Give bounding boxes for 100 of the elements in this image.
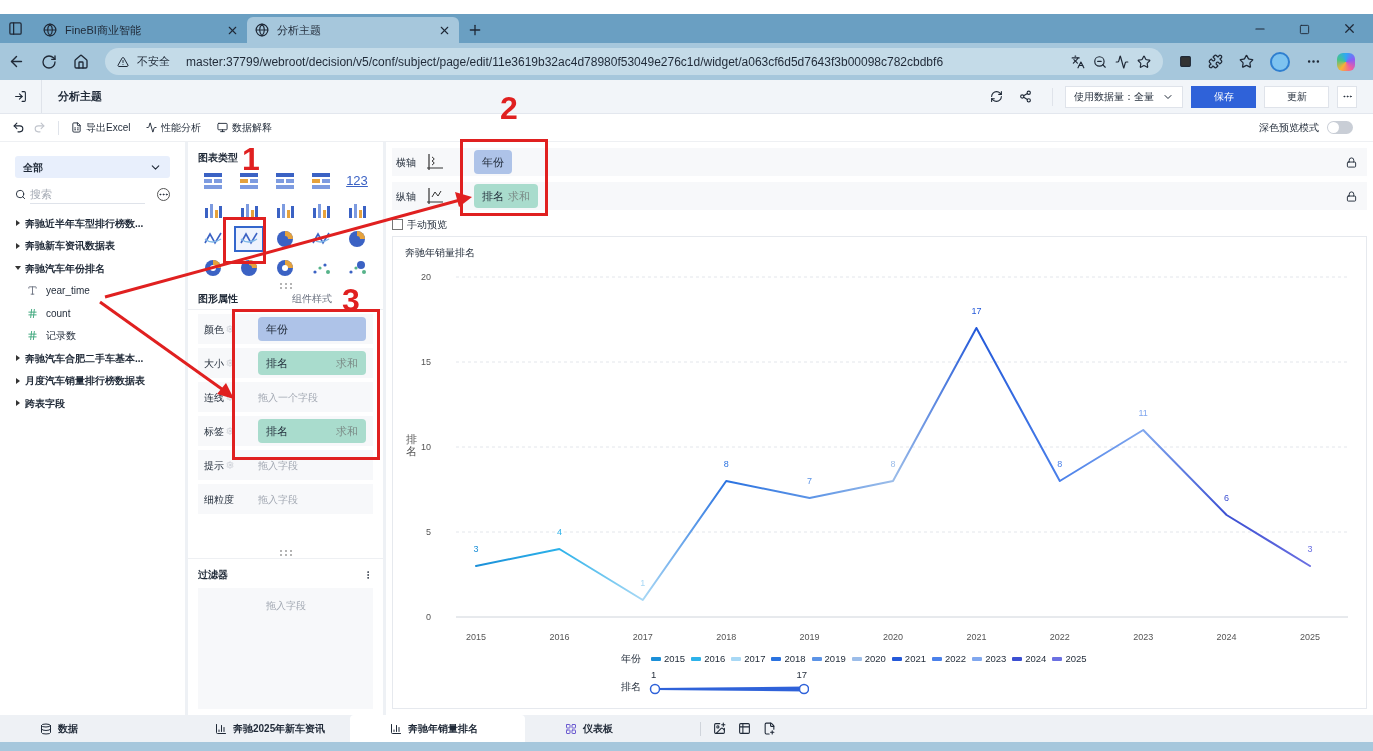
sheet-tab[interactable]: 奔驰2025年新车资讯: [175, 715, 350, 742]
axis-label: 横轴: [396, 155, 417, 170]
sheet-tab[interactable]: 奔驰年销量排名: [350, 715, 525, 742]
chart-type[interactable]: 123: [342, 168, 372, 194]
x-tick-label: 2021: [966, 632, 987, 642]
field-pill[interactable]: 排名 求和: [258, 419, 366, 443]
back-icon[interactable]: [8, 53, 25, 70]
property-label: 连线: [204, 390, 224, 405]
legend-item[interactable]: 2016: [691, 652, 726, 667]
extension-icon[interactable]: [1179, 55, 1192, 68]
zoom-out-icon[interactable]: [1093, 54, 1107, 69]
add-dashboard-icon[interactable]: [738, 722, 751, 735]
update-button[interactable]: 更新: [1264, 85, 1329, 108]
extensions-icon[interactable]: [1208, 54, 1223, 69]
settings-icon[interactable]: [226, 325, 234, 333]
field-item[interactable]: year_time: [15, 279, 170, 302]
lock-icon[interactable]: [1346, 156, 1357, 168]
close-icon[interactable]: [1342, 21, 1357, 36]
settings-icon[interactable]: [226, 359, 234, 367]
tree-item[interactable]: 奔驰新车资讯数据表: [15, 234, 170, 257]
x-tick-label: 2018: [716, 632, 737, 642]
legend-item[interactable]: 2023: [972, 652, 1007, 667]
legend-item[interactable]: 2020: [851, 652, 886, 667]
panel-tab[interactable]: 图形属性: [198, 289, 292, 309]
reload-icon[interactable]: [41, 53, 57, 70]
settings-icon[interactable]: [226, 427, 234, 435]
browser-tab[interactable]: FineBI商业智能: [35, 17, 247, 43]
chart-type-icon[interactable]: [234, 226, 264, 252]
add-report-icon[interactable]: [763, 722, 776, 735]
field-pill[interactable]: 年份: [258, 317, 366, 341]
drag-handle[interactable]: [279, 550, 292, 556]
relation-icon[interactable]: [1019, 90, 1032, 103]
tab-actions-icon[interactable]: [8, 21, 23, 36]
chart-title: 奔驰年销量排名: [405, 246, 476, 260]
legend-item[interactable]: 2024: [1012, 652, 1047, 667]
dark-preview-toggle[interactable]: [1327, 121, 1353, 134]
globe-icon: [255, 23, 269, 37]
performance-icon: [146, 122, 158, 133]
sheet-tab[interactable]: 数据: [0, 715, 175, 742]
legend-title: 年份: [621, 652, 641, 666]
exit-icon[interactable]: [14, 90, 27, 103]
data-amount-dropdown[interactable]: 使用数据量：全量: [1065, 85, 1183, 108]
aggregate-label: 求和: [336, 355, 358, 371]
manual-preview-checkbox[interactable]: 手动预览: [392, 216, 1367, 232]
undo-icon[interactable]: [12, 121, 25, 134]
axis-icon[interactable]: [426, 153, 444, 171]
database-icon: [40, 722, 52, 735]
annotation-box: [223, 217, 266, 264]
home-icon[interactable]: [73, 53, 89, 70]
maximize-icon[interactable]: [1299, 24, 1310, 35]
toolbar-button[interactable]: 性能分析: [146, 120, 202, 135]
toolbar-button[interactable]: 导出Excel: [71, 120, 131, 135]
search-field[interactable]: 搜索: [30, 184, 145, 204]
tree-item[interactable]: 奔驰汽车合肥二手车基本...: [15, 347, 170, 370]
tree-item[interactable]: 奔驰汽车年份排名: [15, 257, 170, 280]
dashboard-icon: [565, 722, 577, 735]
field-pill[interactable]: 年份: [474, 150, 512, 174]
data-label: 8: [890, 459, 896, 469]
favorites-icon[interactable]: [1239, 54, 1254, 69]
legend-item[interactable]: 2022: [932, 652, 967, 667]
property-label: 细粒度: [204, 492, 234, 507]
field-pill[interactable]: 排名 求和: [474, 184, 538, 208]
legend-item[interactable]: 2021: [891, 652, 926, 667]
panel-tab[interactable]: 组件样式: [292, 289, 332, 309]
search-icon: [15, 188, 26, 200]
sheet-tab[interactable]: 仪表板: [525, 715, 700, 742]
legend-item[interactable]: 2017: [731, 652, 766, 667]
axis-icon[interactable]: [426, 187, 444, 205]
refresh-icon[interactable]: [990, 90, 1003, 103]
save-button[interactable]: 保存: [1191, 85, 1256, 108]
data-label: 6: [1224, 493, 1230, 503]
translate-icon[interactable]: [1071, 54, 1085, 69]
field-item[interactable]: count: [15, 302, 170, 325]
scope-dropdown[interactable]: 全部: [15, 156, 170, 178]
aggregate-label: 求和: [336, 423, 358, 439]
chart-icon: [215, 722, 227, 735]
legend-item[interactable]: 2018: [771, 652, 806, 667]
legend-item[interactable]: 2019: [811, 652, 846, 667]
drag-handle[interactable]: [279, 283, 292, 289]
drop-placeholder: 拖入字段: [265, 599, 306, 613]
size-range-slider[interactable]: [649, 682, 809, 695]
tree-item[interactable]: 跨表字段: [15, 392, 170, 415]
tab-title: 分析主题: [277, 22, 322, 38]
field-pill[interactable]: 排名 求和: [258, 351, 366, 375]
new-tab-icon[interactable]: [467, 22, 483, 38]
toolbar-button[interactable]: 数据解释: [217, 120, 273, 135]
favorite-icon[interactable]: [1137, 54, 1151, 69]
field-item[interactable]: 记录数: [15, 324, 170, 347]
lock-icon[interactable]: [1346, 190, 1357, 202]
address-field[interactable]: 不安全 master:37799/webroot/decision/v5/conf/subject/page/edit/11e3619b32ac4d78980f53049e276c1d/widget/a063cf6d5d7643f3b00098c782cbdbf6: [105, 48, 1163, 75]
collapsed-caret-icon: [15, 220, 21, 227]
add-component-icon[interactable]: [713, 722, 726, 735]
legend-item[interactable]: 2015: [651, 652, 686, 667]
legend-item[interactable]: 2025: [1052, 652, 1087, 667]
tree-item[interactable]: 奔驰近半年车型排行榜数...: [15, 212, 170, 235]
browser-tab[interactable]: 分析主题: [247, 17, 459, 43]
x-tick-label: 2019: [799, 632, 820, 642]
tree-item[interactable]: 月度汽车销量排行榜数据表: [15, 369, 170, 392]
annotation-number: 1: [242, 143, 260, 175]
security-label: 不安全: [137, 54, 170, 70]
